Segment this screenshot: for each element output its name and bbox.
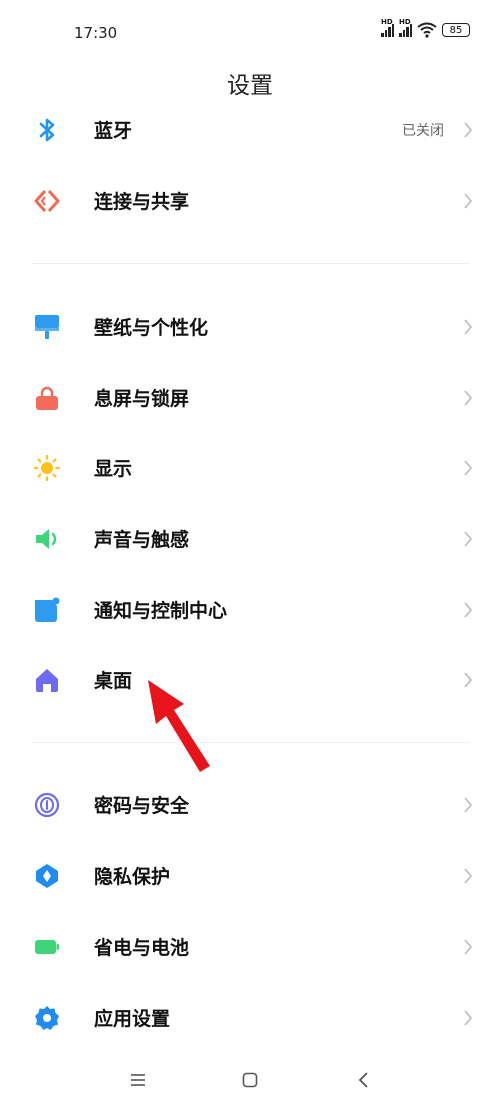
- settings-item-display[interactable]: 显示: [0, 438, 500, 498]
- chevron-right-icon: [464, 1010, 473, 1026]
- battery-icon: [35, 940, 59, 954]
- section-divider: [32, 263, 470, 264]
- signal-icon: HD: [381, 18, 394, 37]
- chevron-right-icon: [464, 122, 473, 138]
- settings-item-connection-share[interactable]: 连接与共享: [0, 171, 500, 231]
- bluetooth-status: 已关闭: [402, 123, 444, 139]
- lock-icon: [36, 386, 58, 410]
- privacy-icon: [36, 864, 58, 888]
- settings-item-label: 应用设置: [94, 1008, 171, 1030]
- wallpaper-icon: [35, 315, 59, 339]
- home-button[interactable]: [235, 1065, 265, 1095]
- hd-label: HD: [381, 18, 393, 26]
- sun-icon: [34, 455, 60, 481]
- back-icon: [358, 1072, 368, 1088]
- settings-item-label: 显示: [94, 458, 133, 480]
- status-time: 17:30: [74, 24, 118, 42]
- settings-item-label: 省电与电池: [94, 937, 190, 959]
- back-button[interactable]: [348, 1065, 378, 1095]
- gear-icon: [35, 1006, 59, 1030]
- status-icons: HD HD 85: [381, 18, 470, 38]
- chevron-right-icon: [464, 868, 473, 884]
- signal-icon-2: HD: [399, 18, 412, 37]
- chevron-right-icon: [464, 939, 473, 955]
- home-square-icon: [242, 1072, 258, 1088]
- chevron-right-icon: [464, 531, 473, 547]
- bluetooth-icon: [39, 118, 55, 142]
- chevron-right-icon: [464, 672, 473, 688]
- chevron-right-icon: [464, 319, 473, 335]
- settings-item-notification[interactable]: 通知与控制中心: [0, 580, 500, 640]
- annotation-arrow-icon: [148, 680, 210, 772]
- chevron-right-icon: [464, 193, 473, 209]
- settings-item-label: 声音与触感: [94, 529, 190, 551]
- section-divider: [32, 742, 470, 743]
- navigation-bar: [0, 1051, 500, 1111]
- settings-item-label: 隐私保护: [94, 866, 171, 888]
- settings-item-apps[interactable]: 应用设置: [0, 988, 500, 1048]
- settings-item-password-security[interactable]: 密码与安全: [0, 775, 500, 835]
- settings-item-home-screen[interactable]: 桌面: [0, 650, 500, 710]
- settings-item-label: 息屏与锁屏: [94, 388, 190, 410]
- chevron-right-icon: [464, 460, 473, 476]
- settings-item-sound[interactable]: 声音与触感: [0, 509, 500, 569]
- chevron-right-icon: [464, 602, 473, 618]
- notification-icon: [35, 597, 60, 622]
- settings-item-privacy[interactable]: 隐私保护: [0, 846, 500, 906]
- settings-item-label: 连接与共享: [94, 191, 190, 213]
- hd-label-2: HD: [399, 18, 411, 26]
- menu-icon: [131, 1074, 145, 1086]
- fingerprint-icon: [34, 792, 60, 818]
- speaker-icon: [36, 529, 57, 549]
- settings-item-battery[interactable]: 省电与电池: [0, 917, 500, 977]
- settings-item-lock-screen[interactable]: 息屏与锁屏: [0, 368, 500, 428]
- settings-item-label: 通知与控制中心: [94, 600, 228, 622]
- home-icon: [36, 669, 58, 692]
- page-title: 设置: [227, 73, 273, 99]
- settings-item-label: 密码与安全: [94, 795, 190, 817]
- status-bar: 17:30 HD HD 85: [0, 0, 500, 64]
- chevron-right-icon: [464, 797, 473, 813]
- battery-indicator: 85: [442, 23, 470, 37]
- settings-item-label: 桌面: [94, 670, 133, 692]
- settings-item-label: 壁纸与个性化: [94, 317, 209, 339]
- chevron-right-icon: [464, 390, 473, 406]
- connection-share-icon: [34, 189, 60, 213]
- wifi-icon: [417, 22, 437, 38]
- settings-item-label: 蓝牙: [94, 120, 133, 142]
- settings-item-bluetooth[interactable]: 蓝牙 已关闭: [0, 100, 500, 160]
- settings-item-wallpaper[interactable]: 壁纸与个性化: [0, 297, 500, 357]
- menu-button[interactable]: [123, 1065, 153, 1095]
